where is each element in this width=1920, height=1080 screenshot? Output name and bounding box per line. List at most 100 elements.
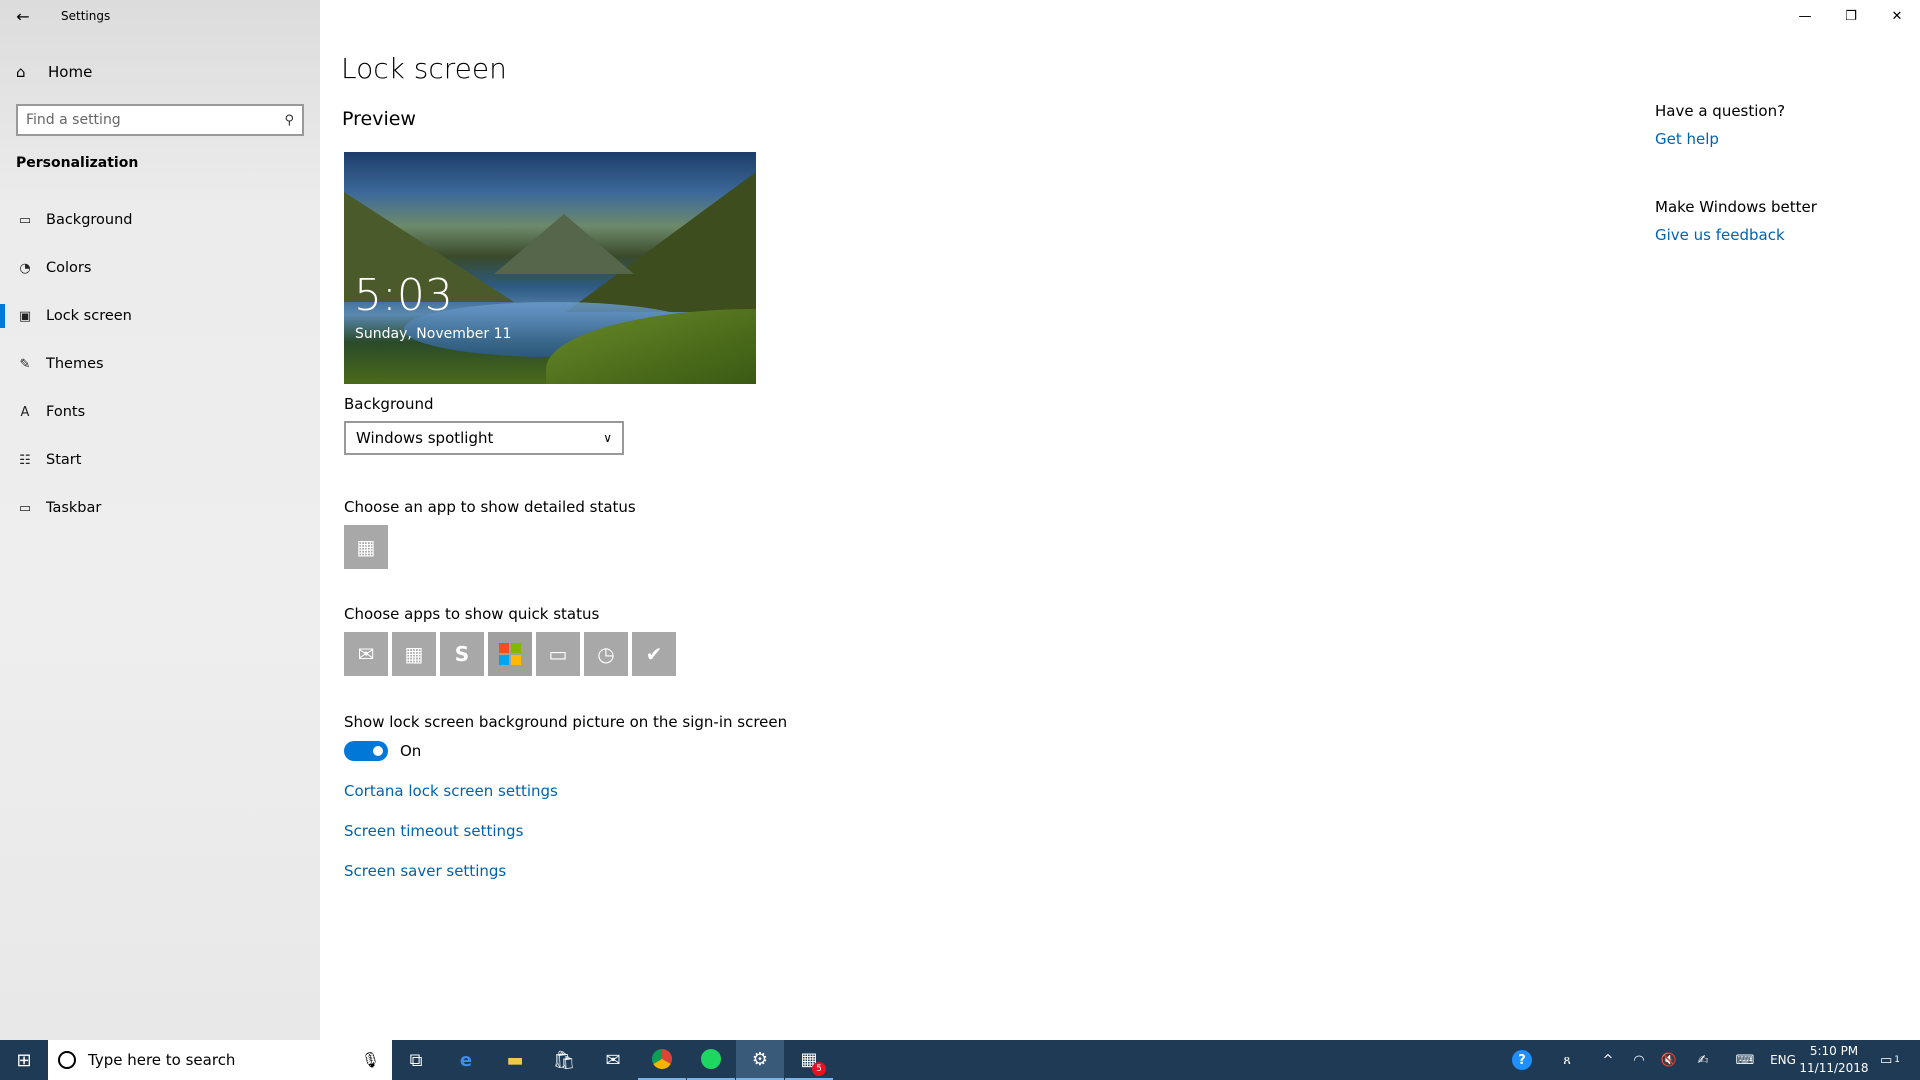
quick-status-store-button[interactable] (488, 632, 532, 676)
background-dropdown[interactable]: Windows spotlight ∨ (344, 421, 624, 455)
back-button[interactable]: ← (0, 0, 46, 32)
show-hidden-icons-button[interactable]: ^ (1594, 1040, 1622, 1080)
edge-button[interactable]: e (442, 1040, 490, 1080)
file-explorer-button[interactable]: ▬ (491, 1040, 539, 1080)
folder-icon: ▬ (506, 1049, 524, 1071)
windows-logo-icon: ⊞ (16, 1049, 32, 1071)
edge-icon: e (459, 1049, 473, 1071)
font-icon: A (20, 404, 30, 420)
preview-date: Sunday, November 11 (355, 326, 512, 342)
task-view-button[interactable]: ⧉ (392, 1040, 440, 1080)
find-setting-search[interactable]: Find a setting ⚲ (16, 104, 304, 136)
action-center-button[interactable]: ▭ 1 (1870, 1040, 1910, 1080)
detailed-status-calendar-button[interactable]: ▦ (344, 525, 388, 569)
lock-screen-icon: ▣ (18, 308, 32, 324)
sidebar-item-start[interactable]: ☷ Start (0, 436, 320, 484)
close-button[interactable]: ✕ (1874, 0, 1920, 32)
calendar-taskbar-button[interactable]: ▦ 5 (785, 1040, 833, 1080)
search-placeholder: Find a setting (26, 112, 121, 128)
taskbar-search[interactable]: Type here to search 🎙 (48, 1040, 392, 1080)
taskbar-clock[interactable]: 5:10 PM 11/11/2018 (1798, 1043, 1870, 1077)
signin-background-toggle[interactable] (344, 741, 388, 761)
pen-tray-button[interactable]: ✍ (1688, 1040, 1718, 1080)
quick-status-check-button[interactable]: ✔ (632, 632, 676, 676)
help-tray-button[interactable]: ? (1505, 1040, 1539, 1080)
sidebar-item-label: Colors (46, 260, 92, 276)
quick-status-alarms-button[interactable]: ◷ (584, 632, 628, 676)
page-title: Lock screen (341, 52, 507, 85)
search-icon[interactable]: ⚲ (284, 113, 294, 128)
close-icon: ✕ (1891, 8, 1903, 24)
calendar-icon: ▦ (404, 642, 424, 666)
touch-keyboard-button[interactable]: ⌨ (1728, 1040, 1762, 1080)
preview-time: 5:03 (354, 270, 453, 321)
spotify-icon (701, 1049, 721, 1069)
quick-status-skype-button[interactable]: S (440, 632, 484, 676)
chevron-down-icon: ∨ (603, 431, 612, 445)
people-icon: ጸ (1563, 1052, 1571, 1068)
detailed-status-label: Choose an app to show detailed status (344, 498, 636, 516)
notification-badge: 5 (812, 1062, 826, 1076)
home-icon: ⌂ (16, 63, 26, 81)
start-menu-icon: ☷ (19, 452, 31, 468)
help-icon: ? (1512, 1050, 1532, 1070)
store-button[interactable]: 🛍 (540, 1040, 588, 1080)
microphone-icon[interactable]: 🎙 (361, 1051, 380, 1069)
palette-icon: ◔ (19, 260, 31, 276)
quick-status-messaging-button[interactable]: ▭ (536, 632, 580, 676)
signin-toggle-state: On (400, 742, 422, 760)
volume-tray-button[interactable]: 🔇 (1654, 1040, 1684, 1080)
pen-icon: ✍ (1697, 1052, 1709, 1068)
sidebar-item-colors[interactable]: ◔ Colors (0, 244, 320, 292)
sidebar-item-label: Background (46, 212, 133, 228)
screen-saver-link[interactable]: Screen saver settings (344, 862, 506, 880)
lock-screen-preview: 5:03 Sunday, November 11 (344, 152, 756, 384)
have-question-heading: Have a question? (1655, 102, 1786, 120)
restore-icon: ❐ (1845, 8, 1857, 24)
sidebar-item-fonts[interactable]: A Fonts (0, 388, 320, 436)
cortana-lock-screen-link[interactable]: Cortana lock screen settings (344, 782, 558, 800)
settings-taskbar-button[interactable]: ⚙ (736, 1040, 784, 1080)
chrome-button[interactable] (638, 1040, 686, 1080)
give-feedback-link[interactable]: Give us feedback (1655, 226, 1785, 244)
make-windows-better-heading: Make Windows better (1655, 198, 1817, 216)
sidebar-item-taskbar[interactable]: ▭ Taskbar (0, 484, 320, 532)
restore-button[interactable]: ❐ (1828, 0, 1874, 32)
picture-icon: ▭ (18, 212, 32, 228)
minimize-button[interactable]: — (1782, 0, 1828, 32)
quick-status-label: Choose apps to show quick status (344, 605, 600, 623)
sidebar-item-lock-screen[interactable]: ▣ Lock screen (0, 292, 320, 340)
sidebar-nav: ▭ Background ◔ Colors ▣ Lock screen ✎ Themes… (0, 196, 320, 532)
taskbar-date: 11/11/2018 (1799, 1061, 1869, 1075)
language-indicator[interactable]: ENG (1765, 1040, 1801, 1080)
sidebar-item-background[interactable]: ▭ Background (0, 196, 320, 244)
section-title: Personalization (16, 155, 139, 171)
network-tray-button[interactable]: ◠ (1624, 1040, 1654, 1080)
home-label: Home (48, 63, 93, 81)
start-button[interactable]: ⊞ (0, 1040, 48, 1080)
background-label: Background (344, 395, 434, 413)
spotify-button[interactable] (687, 1040, 735, 1080)
mail-icon: ✉ (357, 642, 375, 666)
messaging-icon: ▭ (548, 642, 568, 666)
mail-button[interactable]: ✉ (589, 1040, 637, 1080)
sidebar: ← Settings ⌂ Home Find a setting ⚲ Perso… (0, 0, 320, 1040)
keyboard-icon: ⌨ (1735, 1052, 1755, 1068)
notification-count: 1 (1894, 1055, 1901, 1065)
sidebar-home[interactable]: ⌂ Home (0, 56, 320, 88)
store-bag-icon: 🛍 (552, 1049, 576, 1071)
quick-status-mail-button[interactable]: ✉ (344, 632, 388, 676)
get-help-link[interactable]: Get help (1655, 130, 1719, 148)
quick-status-calendar-button[interactable]: ▦ (392, 632, 436, 676)
people-tray-button[interactable]: ጸ (1552, 1040, 1582, 1080)
wifi-icon: ◠ (1633, 1052, 1645, 1068)
back-arrow-icon: ← (16, 6, 30, 26)
sidebar-item-themes[interactable]: ✎ Themes (0, 340, 320, 388)
cortana-icon (58, 1051, 76, 1069)
mail-icon: ✉ (605, 1049, 621, 1071)
microsoft-store-icon (499, 643, 521, 665)
screen-timeout-link[interactable]: Screen timeout settings (344, 822, 523, 840)
chrome-icon (652, 1049, 672, 1069)
preview-heading: Preview (342, 108, 416, 130)
volume-muted-icon: 🔇 (1660, 1052, 1678, 1068)
